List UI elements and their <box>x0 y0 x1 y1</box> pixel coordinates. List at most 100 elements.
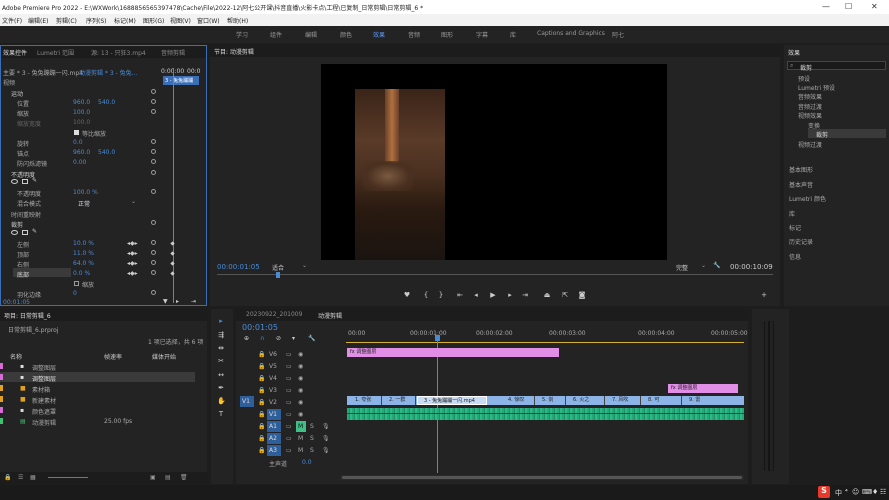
nest-icon[interactable]: ⊕ <box>244 335 249 342</box>
pen-mask-icon[interactable]: ✎ <box>32 228 37 235</box>
workspace-tab[interactable]: 图形 <box>441 30 453 39</box>
reset-icon[interactable] <box>151 189 156 194</box>
menu-sequence[interactable]: 序列(S) <box>86 16 107 25</box>
panel-lumetri-color[interactable]: Lumetri 颜色 <box>789 194 826 203</box>
list-item[interactable]: ▪ 颜色遮罩 <box>0 405 207 416</box>
lift-icon[interactable]: ⏏ <box>543 291 551 299</box>
clip-adjustment-layer[interactable]: fx 调整图层 <box>347 348 559 357</box>
lock-icon[interactable]: 🔒 <box>258 375 265 382</box>
type-tool-icon[interactable]: T <box>217 410 225 418</box>
workspace-tab[interactable]: 组件 <box>270 30 282 39</box>
time-remap-label[interactable]: 时间重映射 <box>11 210 41 219</box>
opacity-value[interactable]: 100.0 % <box>73 189 98 196</box>
lock-icon[interactable]: 🔒 <box>258 363 265 370</box>
effects-tree-item-crop[interactable]: 裁剪 <box>816 130 828 139</box>
work-area-bar[interactable] <box>346 342 744 343</box>
emoji-icon[interactable]: ☺ <box>852 488 859 496</box>
effects-tree-item[interactable]: Lumetri 预设 <box>798 83 835 92</box>
clip-video[interactable]: 5. 剑 <box>536 396 566 405</box>
filter-icon[interactable]: ▼ <box>163 298 168 305</box>
clip-video[interactable]: 9. 雷 <box>683 396 738 405</box>
reset-icon[interactable] <box>151 149 156 154</box>
panel-libraries[interactable]: 库 <box>789 209 795 218</box>
workspace-tab[interactable]: 库 <box>510 30 516 39</box>
track-select-tool-icon[interactable]: ⇶ <box>217 331 225 339</box>
effects-tree-item[interactable]: 预设 <box>798 74 810 83</box>
new-item-icon[interactable]: ▤ <box>165 474 171 481</box>
new-bin-icon[interactable]: ▣ <box>150 474 156 481</box>
crop-effect-label[interactable]: 裁剪 <box>11 220 23 229</box>
razor-tool-icon[interactable]: ✂ <box>217 357 225 365</box>
sync-icon[interactable]: ▭ <box>286 351 292 358</box>
lock-icon[interactable]: 🔒 <box>258 387 265 394</box>
track-header-v4[interactable]: 🔒 V4 ▭ ◉ <box>258 373 338 384</box>
lock-icon[interactable]: 🔒 <box>258 351 265 358</box>
prop-position-x[interactable]: 960.0 <box>73 99 90 106</box>
maximize-button[interactable]: ☐ <box>845 2 852 11</box>
chevron-down-icon[interactable]: ⌄ <box>131 198 136 205</box>
list-item-selected[interactable]: ▪ 调整图层 <box>0 372 195 383</box>
master-track-value[interactable]: 0.0 <box>302 459 312 466</box>
ime-punct[interactable]: ⁴ <box>845 488 848 496</box>
clip-video[interactable]: 7. 风吹 <box>606 396 641 405</box>
rectangle-mask-icon[interactable] <box>22 179 28 184</box>
workspace-tab[interactable]: 编辑 <box>305 30 317 39</box>
skin-icon[interactable]: ♦ <box>872 488 878 496</box>
menu-marker[interactable]: 标记(M) <box>114 16 136 25</box>
wrench-icon[interactable]: 🔧 <box>713 262 720 269</box>
reset-icon[interactable] <box>151 109 156 114</box>
clip-audio-a1[interactable] <box>347 408 744 420</box>
prop-rotation-value[interactable]: 0.0 <box>73 139 83 146</box>
menu-window[interactable]: 窗口(W) <box>197 16 220 25</box>
timeline-settings-icon[interactable]: 🔧 <box>308 335 315 342</box>
prop-anchor-x[interactable]: 960.0 <box>73 149 90 156</box>
menu-graphics[interactable]: 图形(G) <box>143 16 164 25</box>
close-button[interactable]: ✕ <box>871 2 878 11</box>
workspace-tab[interactable]: 颜色 <box>340 30 352 39</box>
tab-project[interactable]: 项目: 日常剪辑_6 <box>4 311 51 320</box>
step-forward-icon[interactable]: ▸ <box>506 291 514 299</box>
eye-icon[interactable]: ◉ <box>298 363 303 370</box>
track-header-v5[interactable]: 🔒 V5 ▭ ◉ <box>258 361 338 372</box>
step-back-icon[interactable]: ◂ <box>472 291 480 299</box>
reset-icon[interactable] <box>151 170 156 175</box>
play-icon[interactable]: ▶ <box>489 291 497 299</box>
lock-icon[interactable]: 🔒 <box>258 411 265 418</box>
sync-icon[interactable]: ▭ <box>286 447 292 454</box>
list-item[interactable]: ▪ 调整图层 <box>0 361 207 372</box>
program-scrub-bar[interactable] <box>217 274 773 275</box>
clip-video[interactable]: 8. 可 <box>642 396 682 405</box>
lock-icon[interactable]: 🔒 <box>4 474 11 481</box>
uniform-scale-checkbox[interactable] <box>74 130 79 135</box>
sync-icon[interactable]: ▭ <box>286 435 292 442</box>
sync-icon[interactable]: ▭ <box>286 423 292 430</box>
rectangle-mask-icon[interactable] <box>22 230 28 235</box>
ellipse-mask-icon[interactable] <box>11 179 18 184</box>
panel-essential-graphics[interactable]: 基本图形 <box>789 165 813 174</box>
workspace-tab[interactable]: 学习 <box>236 30 248 39</box>
eye-icon[interactable]: ◉ <box>298 387 303 394</box>
menu-view[interactable]: 视图(V) <box>170 16 191 25</box>
lock-icon[interactable]: 🔒 <box>258 399 265 406</box>
prop-scale-value[interactable]: 100.0 <box>73 109 90 116</box>
panel-info[interactable]: 信息 <box>789 252 801 261</box>
lock-icon[interactable]: 🔒 <box>258 447 265 454</box>
keyframe-nav[interactable]: ◂◆▸ <box>127 250 138 257</box>
mic-icon[interactable]: 🎙 <box>322 447 330 454</box>
workspace-tab[interactable]: 阿七 <box>612 30 624 39</box>
reset-icon[interactable] <box>151 89 156 94</box>
track-header-v6[interactable]: 🔒 V6 ▭ ◉ <box>258 349 338 360</box>
tab-effect-controls[interactable]: 效果控件 <box>3 48 27 57</box>
menu-clip[interactable]: 剪辑(C) <box>56 16 77 25</box>
effects-tree-item[interactable]: 音频效果 <box>798 92 822 101</box>
panel-essential-sound[interactable]: 基本声音 <box>789 180 813 189</box>
keyframe-nav[interactable]: ◂◆▸ <box>127 240 138 247</box>
mic-icon[interactable]: 🎙 <box>322 423 330 430</box>
tab-sequence[interactable]: 20230922_201009 <box>246 311 302 318</box>
mark-in-icon[interactable]: { <box>422 291 430 299</box>
ellipse-mask-icon[interactable] <box>11 230 18 235</box>
workspace-tab-active[interactable]: 效果 <box>373 30 385 39</box>
crop-bottom-value[interactable]: 0.0 % <box>73 270 90 277</box>
col-name[interactable]: 名称 <box>10 352 22 361</box>
tab-sequence-active[interactable]: 动漫剪辑 <box>318 311 342 320</box>
